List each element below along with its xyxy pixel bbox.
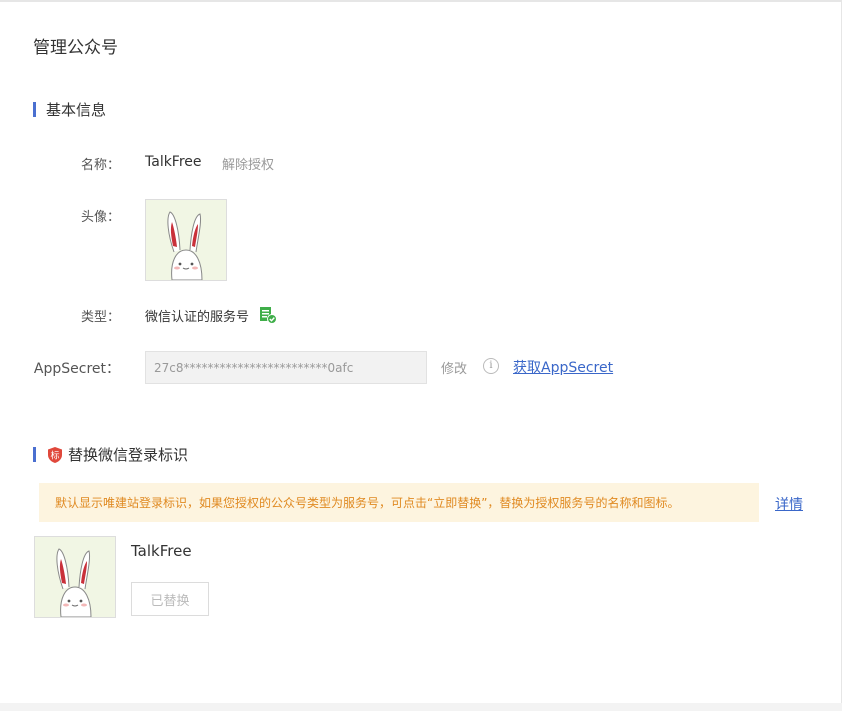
replaced-button[interactable]: 已替换 bbox=[131, 582, 209, 616]
badge-text: 标 bbox=[50, 449, 59, 461]
appsecret-input[interactable] bbox=[145, 351, 427, 384]
section-accent-bar bbox=[33, 102, 36, 117]
login-account-name: TalkFree bbox=[131, 542, 192, 560]
appsecret-label: AppSecret： bbox=[33, 361, 120, 377]
shield-badge-icon: 标 bbox=[48, 446, 62, 463]
top-border bbox=[0, 0, 842, 2]
name-value: TalkFree bbox=[145, 154, 202, 170]
page-title: 管理公众号 bbox=[33, 38, 118, 58]
verified-service-icon bbox=[260, 307, 277, 324]
rabbit-avatar-icon bbox=[35, 537, 115, 617]
replace-login-header: 标 替换微信登录标识 bbox=[33, 444, 188, 465]
notice-banner: 默认显示唯建站登录标识，如果您授权的公众号类型为服务号，可点击“立即替换”，替换… bbox=[39, 483, 759, 522]
basic-info-header: 基本信息 bbox=[33, 99, 106, 120]
section-accent-bar bbox=[33, 447, 36, 462]
footer-band bbox=[0, 703, 842, 711]
modify-link[interactable]: 修改 bbox=[441, 358, 467, 377]
type-label: 类型： bbox=[80, 310, 120, 325]
account-avatar bbox=[145, 199, 227, 281]
info-icon[interactable]: i bbox=[483, 358, 499, 374]
get-appsecret-link[interactable]: 获取AppSecret bbox=[513, 357, 613, 377]
type-value: 微信认证的服务号 bbox=[145, 310, 250, 325]
name-label: 名称： bbox=[80, 158, 120, 173]
replace-login-title: 替换微信登录标识 bbox=[68, 446, 189, 464]
details-link[interactable]: 详情 bbox=[775, 494, 803, 514]
unauthorize-link[interactable]: 解除授权 bbox=[222, 154, 274, 173]
login-avatar bbox=[34, 536, 116, 618]
rabbit-avatar-icon bbox=[146, 200, 226, 280]
basic-info-title: 基本信息 bbox=[46, 101, 107, 119]
avatar-label: 头像： bbox=[80, 210, 120, 225]
notice-text: 默认显示唯建站登录标识，如果您授权的公众号类型为服务号，可点击“立即替换”，替换… bbox=[55, 496, 680, 510]
